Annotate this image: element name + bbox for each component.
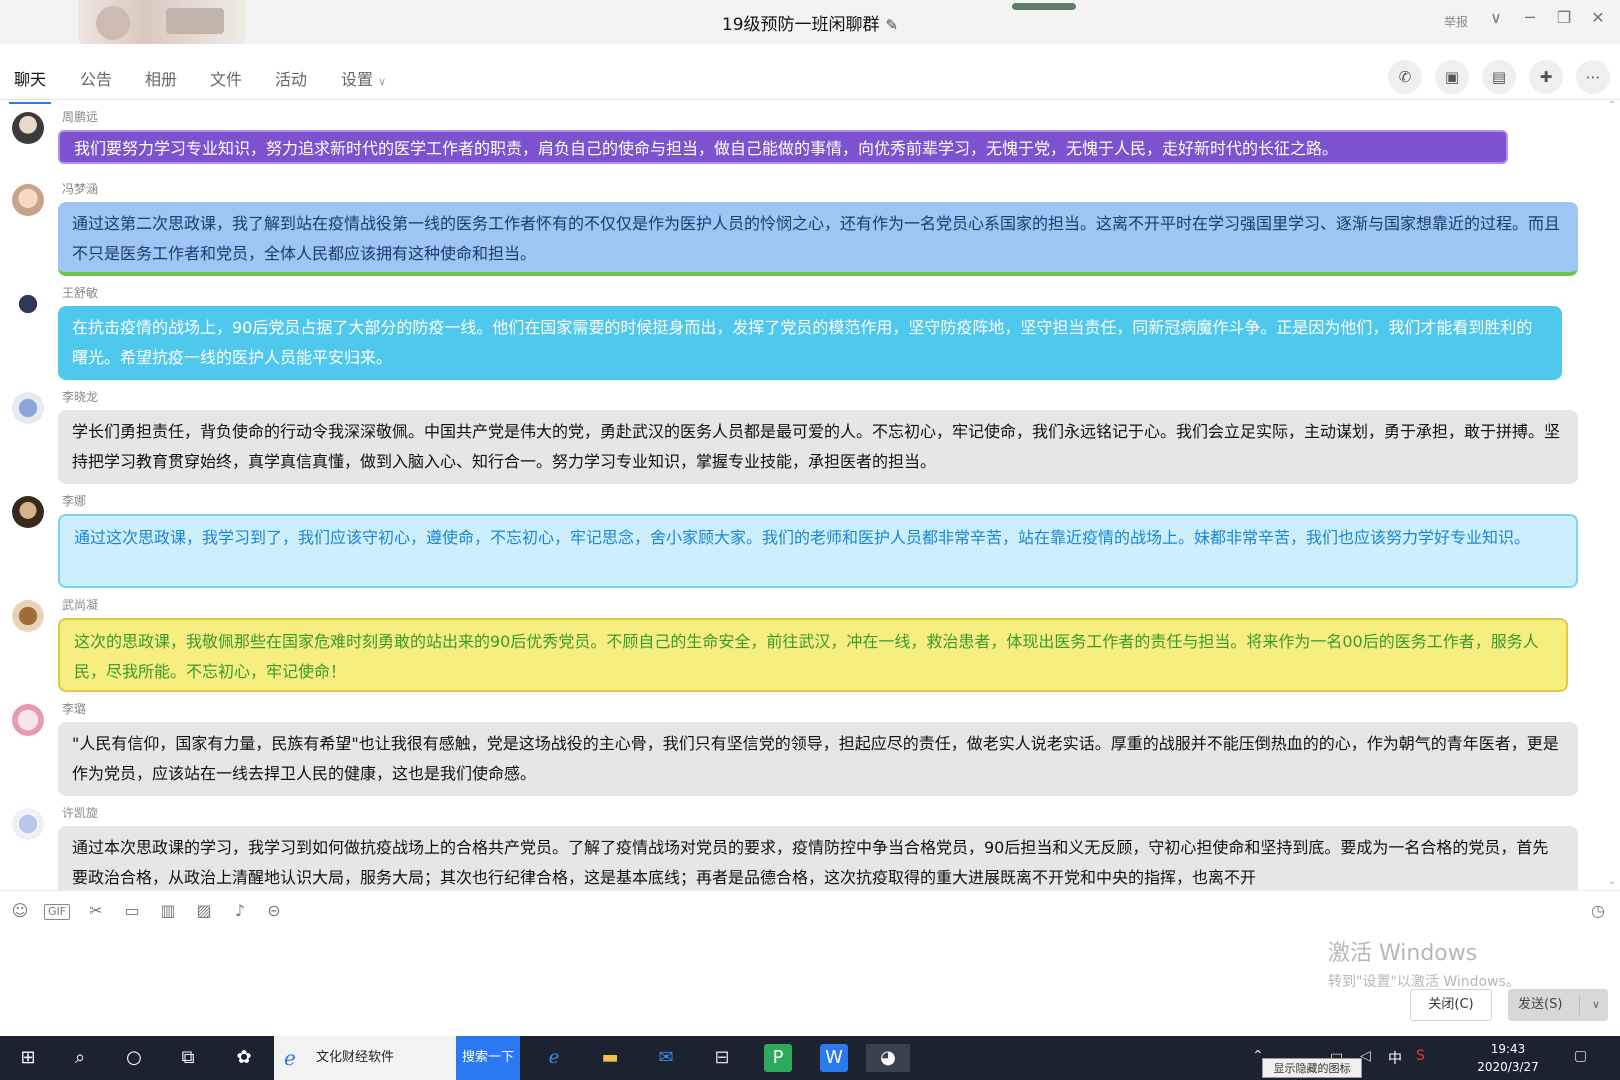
taskbar-clock[interactable]: 19:43 2020/3/27 bbox=[1466, 1040, 1550, 1076]
tray-tooltip: 显示隐藏的图标 bbox=[1262, 1058, 1362, 1078]
edit-icon[interactable]: ✎ bbox=[886, 16, 899, 34]
tab-files[interactable]: 文件 bbox=[210, 66, 242, 90]
search-icon[interactable]: ⌕ bbox=[66, 1044, 94, 1072]
task-view-icon[interactable]: ⧉ bbox=[174, 1044, 202, 1072]
screen-share-icon[interactable]: ▤ bbox=[1482, 60, 1516, 94]
taskbar-app-label: 文化财经软件 bbox=[316, 1050, 395, 1065]
message-bubble[interactable]: 通过这第二次思政课，我了解到站在疫情战役第一线的医务工作者怀有的不仅仅是作为医护… bbox=[58, 202, 1578, 276]
message-bubble[interactable]: 通过这次思政课，我学习到了，我们应该守初心，遵使命，不忘初心，牢记思念，舍小家顾… bbox=[58, 514, 1578, 588]
watermark-title: 激活 Windows bbox=[1328, 941, 1478, 966]
image-icon[interactable]: ▨ bbox=[192, 901, 216, 920]
message-bubble[interactable]: 这次的思政课，我敬佩那些在国家危难时刻勇敢的站出来的90后优秀党员。不顾自己的生… bbox=[58, 618, 1568, 692]
message-bubble[interactable]: "人民有信仰，国家有力量，民族有希望"也让我很有感触，党是这场战役的主心骨，我们… bbox=[58, 722, 1578, 796]
avatar[interactable] bbox=[12, 704, 44, 736]
watermark-subtitle: 转到"设置"以激活 Windows。 bbox=[1328, 974, 1520, 990]
file-explorer-icon[interactable]: ▬ bbox=[596, 1044, 624, 1072]
windows-activation-watermark: 激活 Windows 转到"设置"以激活 Windows。 bbox=[1328, 935, 1520, 991]
sender-name: 周鹏远 bbox=[62, 110, 99, 124]
send-label: 发送(S) bbox=[1518, 997, 1563, 1012]
store-icon[interactable]: ⊟ bbox=[708, 1044, 736, 1072]
start-icon[interactable]: ⊞ bbox=[14, 1044, 42, 1072]
bell-icon[interactable]: ♪ bbox=[228, 901, 252, 920]
sender-name: 许凯旋 bbox=[62, 806, 99, 820]
scroll-up-icon[interactable]: ⌃ bbox=[1608, 100, 1616, 111]
tab-settings-label: 设置 bbox=[341, 70, 374, 89]
clock-time: 19:43 bbox=[1490, 1042, 1526, 1056]
browser-icon: ℯ bbox=[284, 1046, 296, 1070]
avatar[interactable] bbox=[12, 288, 44, 320]
windows-taskbar: ⊞ ⌕ ○ ⧉ ✿ ℯ 文化财经软件 搜索一下 ℯ ▬ ✉ ⊟ P W ◕ ⌃ … bbox=[0, 1036, 1620, 1080]
chat-add-icon[interactable]: ✚ bbox=[1529, 60, 1563, 94]
close-button[interactable]: 关闭(C) bbox=[1410, 989, 1492, 1021]
sogou-icon[interactable]: S bbox=[1416, 1048, 1425, 1064]
drag-handle[interactable] bbox=[1012, 3, 1076, 10]
scissors-icon[interactable]: ✂ bbox=[84, 901, 108, 920]
sender-name: 冯梦涵 bbox=[62, 182, 99, 196]
app-s-icon[interactable]: ✿ bbox=[230, 1044, 258, 1072]
more-icon[interactable]: ⋯ bbox=[1576, 60, 1610, 94]
avatar[interactable] bbox=[12, 184, 44, 216]
send-divider bbox=[1579, 995, 1580, 1015]
maximize-icon[interactable]: ❐ bbox=[1552, 8, 1576, 27]
avatar[interactable] bbox=[12, 496, 44, 528]
title-bar: 19级预防一班闲聊群 ✎ 举报 ∨ ─ ❐ ✕ bbox=[0, 0, 1620, 44]
sender-name: 李晓龙 bbox=[62, 390, 99, 404]
gif-icon[interactable]: GIF bbox=[44, 904, 70, 920]
send-options-chevron-icon[interactable]: ∨ bbox=[1592, 989, 1600, 1021]
tab-chat[interactable]: 聊天 bbox=[8, 66, 52, 104]
cortana-icon[interactable]: ○ bbox=[120, 1044, 148, 1072]
notification-icon[interactable]: ▢ bbox=[1574, 1048, 1587, 1064]
avatar[interactable] bbox=[12, 112, 44, 144]
sender-name: 李娜 bbox=[62, 494, 87, 508]
chevron-down-icon: ∨ bbox=[378, 75, 387, 88]
window-title: 19级预防一班闲聊群 ✎ bbox=[0, 10, 1620, 35]
sender-name: 武尚凝 bbox=[62, 598, 99, 612]
scroll-down-icon[interactable]: ⌄ bbox=[1608, 876, 1616, 887]
chevron-down-icon[interactable]: ∨ bbox=[1484, 8, 1508, 27]
taskbar-app-browser[interactable]: ℯ 文化财经软件 bbox=[274, 1036, 456, 1080]
message-bubble[interactable]: 在抗击疫情的战场上，90后党员占据了大部分的防疫一线。他们在国家需要的时候挺身而… bbox=[58, 306, 1562, 380]
close-icon[interactable]: ✕ bbox=[1586, 8, 1610, 27]
tab-announcement[interactable]: 公告 bbox=[80, 66, 112, 90]
ime-indicator[interactable]: 中 bbox=[1388, 1048, 1402, 1068]
send-button[interactable]: 发送(S) ∨ bbox=[1508, 989, 1608, 1021]
history-clock-icon[interactable]: ◷ bbox=[1586, 901, 1610, 920]
sender-name: 王舒敏 bbox=[62, 286, 99, 300]
tab-bar: 聊天 公告 相册 文件 活动 设置 ∨ ✆ ▣ ▤ ✚ ⋯ bbox=[0, 44, 1620, 104]
minimize-icon[interactable]: ─ bbox=[1518, 8, 1542, 27]
avatar[interactable] bbox=[12, 392, 44, 424]
tab-album[interactable]: 相册 bbox=[145, 66, 177, 90]
sender-name: 李璐 bbox=[62, 702, 87, 716]
more-circle-icon[interactable]: ⊝ bbox=[262, 901, 286, 920]
pdf-icon[interactable]: P bbox=[764, 1044, 792, 1072]
edge-icon[interactable]: ℯ bbox=[540, 1044, 568, 1072]
tab-settings[interactable]: 设置 ∨ bbox=[341, 66, 386, 90]
message-bubble[interactable]: 通过本次思政课的学习，我学习到如何做抗疫战场上的合格共产党员。了解了疫情战场对党… bbox=[58, 826, 1578, 890]
avatar[interactable] bbox=[12, 600, 44, 632]
taskbar-search-button[interactable]: 搜索一下 bbox=[456, 1036, 520, 1080]
video-icon[interactable]: ▣ bbox=[1435, 60, 1469, 94]
tab-activity[interactable]: 活动 bbox=[275, 66, 307, 90]
folder-icon[interactable]: ▭ bbox=[120, 901, 144, 920]
message-input-area[interactable]: ☺ GIF ✂ ▭ ▥ ▨ ♪ ⊝ ◷ 激活 Windows 转到"设置"以激活… bbox=[0, 890, 1620, 1036]
group-name: 19级预防一班闲聊群 bbox=[721, 15, 880, 35]
phone-icon[interactable]: ✆ bbox=[1388, 60, 1422, 94]
chat-history[interactable]: 周鹏远 我们要努力学习专业知识，努力追求新时代的医学工作者的职责，肩负自己的使命… bbox=[0, 100, 1620, 890]
emoji-icon[interactable]: ☺ bbox=[8, 901, 32, 920]
word-icon[interactable]: W bbox=[820, 1044, 848, 1072]
clock-date: 2020/3/27 bbox=[1477, 1060, 1539, 1074]
mail-icon[interactable]: ✉ bbox=[652, 1044, 680, 1072]
message-bubble[interactable]: 学长们勇担责任，背负使命的行动令我深深敬佩。中国共产党是伟大的党，勇赴武汉的医务… bbox=[58, 410, 1578, 484]
message-bubble[interactable]: 我们要努力学习专业知识，努力追求新时代的医学工作者的职责，肩负自己的使命与担当，… bbox=[58, 130, 1508, 164]
qq-icon[interactable]: ◕ bbox=[866, 1044, 910, 1072]
red-packet-icon[interactable]: ▥ bbox=[156, 901, 180, 920]
report-link[interactable]: 举报 bbox=[1444, 13, 1468, 30]
avatar[interactable] bbox=[12, 808, 44, 840]
